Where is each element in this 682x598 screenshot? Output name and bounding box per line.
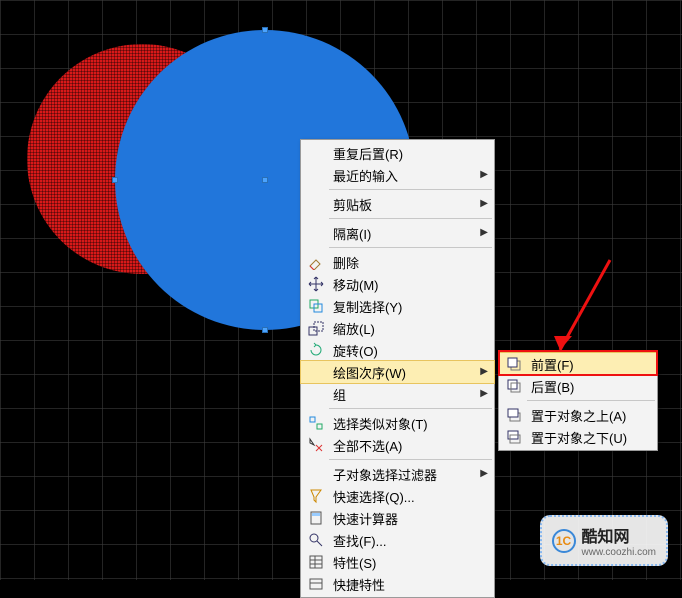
below-obj-icon (506, 429, 522, 445)
selection-grip-icon[interactable] (262, 177, 268, 183)
menu-item-label: 快速计算器 (327, 509, 398, 528)
menu-separator (329, 459, 492, 460)
menu-item-deselect-all[interactable]: 全部不选(A) (301, 434, 494, 456)
menu-item-label: 快捷特性 (327, 575, 385, 594)
chevron-right-icon: ▶ (480, 468, 488, 479)
watermark-url: www.coozhi.com (582, 547, 656, 558)
menu-item-label: 重复后置(R) (327, 144, 403, 163)
menu-item-move[interactable]: 移动(M) (301, 273, 494, 295)
menu-item-label: 缩放(L) (327, 319, 375, 338)
menu-item-select-similar[interactable]: 选择类似对象(T) (301, 412, 494, 434)
submenu-item-below-object[interactable]: 置于对象之下(U) (499, 426, 657, 448)
props-icon (308, 554, 324, 570)
menu-item-repeat[interactable]: 重复后置(R) (301, 142, 494, 164)
menu-item-find[interactable]: 查找(F)... (301, 529, 494, 551)
menu-item-label: 隔离(I) (327, 224, 371, 243)
menu-item-delete[interactable]: 删除 (301, 251, 494, 273)
erase-icon (308, 254, 324, 270)
move-icon (308, 276, 324, 292)
chevron-right-icon: ▶ (480, 198, 488, 209)
menu-item-quick-calc[interactable]: 快速计算器 (301, 507, 494, 529)
menu-item-properties[interactable]: 特性(S) (301, 551, 494, 573)
scale-icon (308, 320, 324, 336)
chevron-right-icon: ▶ (480, 388, 488, 399)
above-obj-icon (506, 407, 522, 423)
menu-item-label: 子对象选择过滤器 (327, 465, 437, 484)
select-similar-icon (308, 415, 324, 431)
send-back-icon (506, 378, 522, 394)
menu-item-label: 置于对象之下(U) (525, 428, 627, 447)
qprops-icon (308, 576, 324, 592)
menu-separator (527, 400, 655, 401)
bring-front-icon (506, 356, 522, 372)
menu-item-label: 最近的输入 (327, 166, 398, 185)
watermark-logo-icon: 1C (552, 529, 576, 553)
selection-grip-icon[interactable] (262, 327, 268, 333)
selection-grip-icon[interactable] (112, 177, 118, 183)
menu-item-isolate[interactable]: 隔离(I) ▶ (301, 222, 494, 244)
deselect-icon (308, 437, 324, 453)
menu-item-clipboard[interactable]: 剪贴板 ▶ (301, 193, 494, 215)
menu-item-label: 复制选择(Y) (327, 297, 402, 316)
watermark-title: 酷知网 (582, 529, 630, 546)
annotation-arrow-icon (550, 250, 630, 370)
chevron-right-icon: ▶ (480, 227, 488, 238)
menu-item-label: 后置(B) (525, 377, 574, 396)
menu-item-label: 查找(F)... (327, 531, 386, 550)
selection-grip-icon[interactable] (262, 27, 268, 33)
menu-item-label: 置于对象之上(A) (525, 406, 626, 425)
copy-icon (308, 298, 324, 314)
menu-item-group[interactable]: 组▶ (301, 383, 494, 405)
submenu-item-send-back[interactable]: 后置(B) (499, 375, 657, 397)
menu-item-rotate[interactable]: 旋转(O) (301, 339, 494, 361)
menu-item-label: 绘图次序(W) (327, 363, 406, 382)
menu-item-scale[interactable]: 缩放(L) (301, 317, 494, 339)
menu-separator (329, 408, 492, 409)
menu-item-subobject-filter[interactable]: 子对象选择过滤器 ▶ (301, 463, 494, 485)
context-menu: 重复后置(R) 最近的输入 ▶ 剪贴板 ▶ 隔离(I) ▶ 删除 移动(M) 复制选择… (300, 139, 495, 598)
menu-separator (329, 218, 492, 219)
menu-item-label: 剪贴板 (327, 195, 372, 214)
menu-item-quick-properties[interactable]: 快捷特性 (301, 573, 494, 595)
chevron-right-icon: ▶ (480, 366, 488, 377)
menu-item-label: 选择类似对象(T) (327, 414, 428, 433)
menu-item-label: 特性(S) (327, 553, 376, 572)
quick-select-icon (308, 488, 324, 504)
find-icon (308, 532, 324, 548)
menu-item-recent-input[interactable]: 最近的输入 ▶ (301, 164, 494, 186)
menu-item-label: 旋转(O) (327, 341, 378, 360)
menu-item-label: 删除 (327, 253, 359, 272)
rotate-icon (308, 342, 324, 358)
menu-item-draw-order[interactable]: 绘图次序(W) ▶ (301, 361, 494, 383)
calc-icon (308, 510, 324, 526)
menu-item-copy-selection[interactable]: 复制选择(Y) (301, 295, 494, 317)
menu-item-label: 组 (327, 385, 346, 404)
menu-separator (329, 189, 492, 190)
watermark: 1C 酷知网 www.coozhi.com (540, 515, 668, 566)
menu-separator (329, 247, 492, 248)
chevron-right-icon: ▶ (480, 169, 488, 180)
menu-item-label: 全部不选(A) (327, 436, 402, 455)
menu-item-label: 快速选择(Q)... (327, 487, 415, 506)
menu-item-label: 移动(M) (327, 275, 379, 294)
menu-item-quick-select[interactable]: 快速选择(Q)... (301, 485, 494, 507)
submenu-item-above-object[interactable]: 置于对象之上(A) (499, 404, 657, 426)
